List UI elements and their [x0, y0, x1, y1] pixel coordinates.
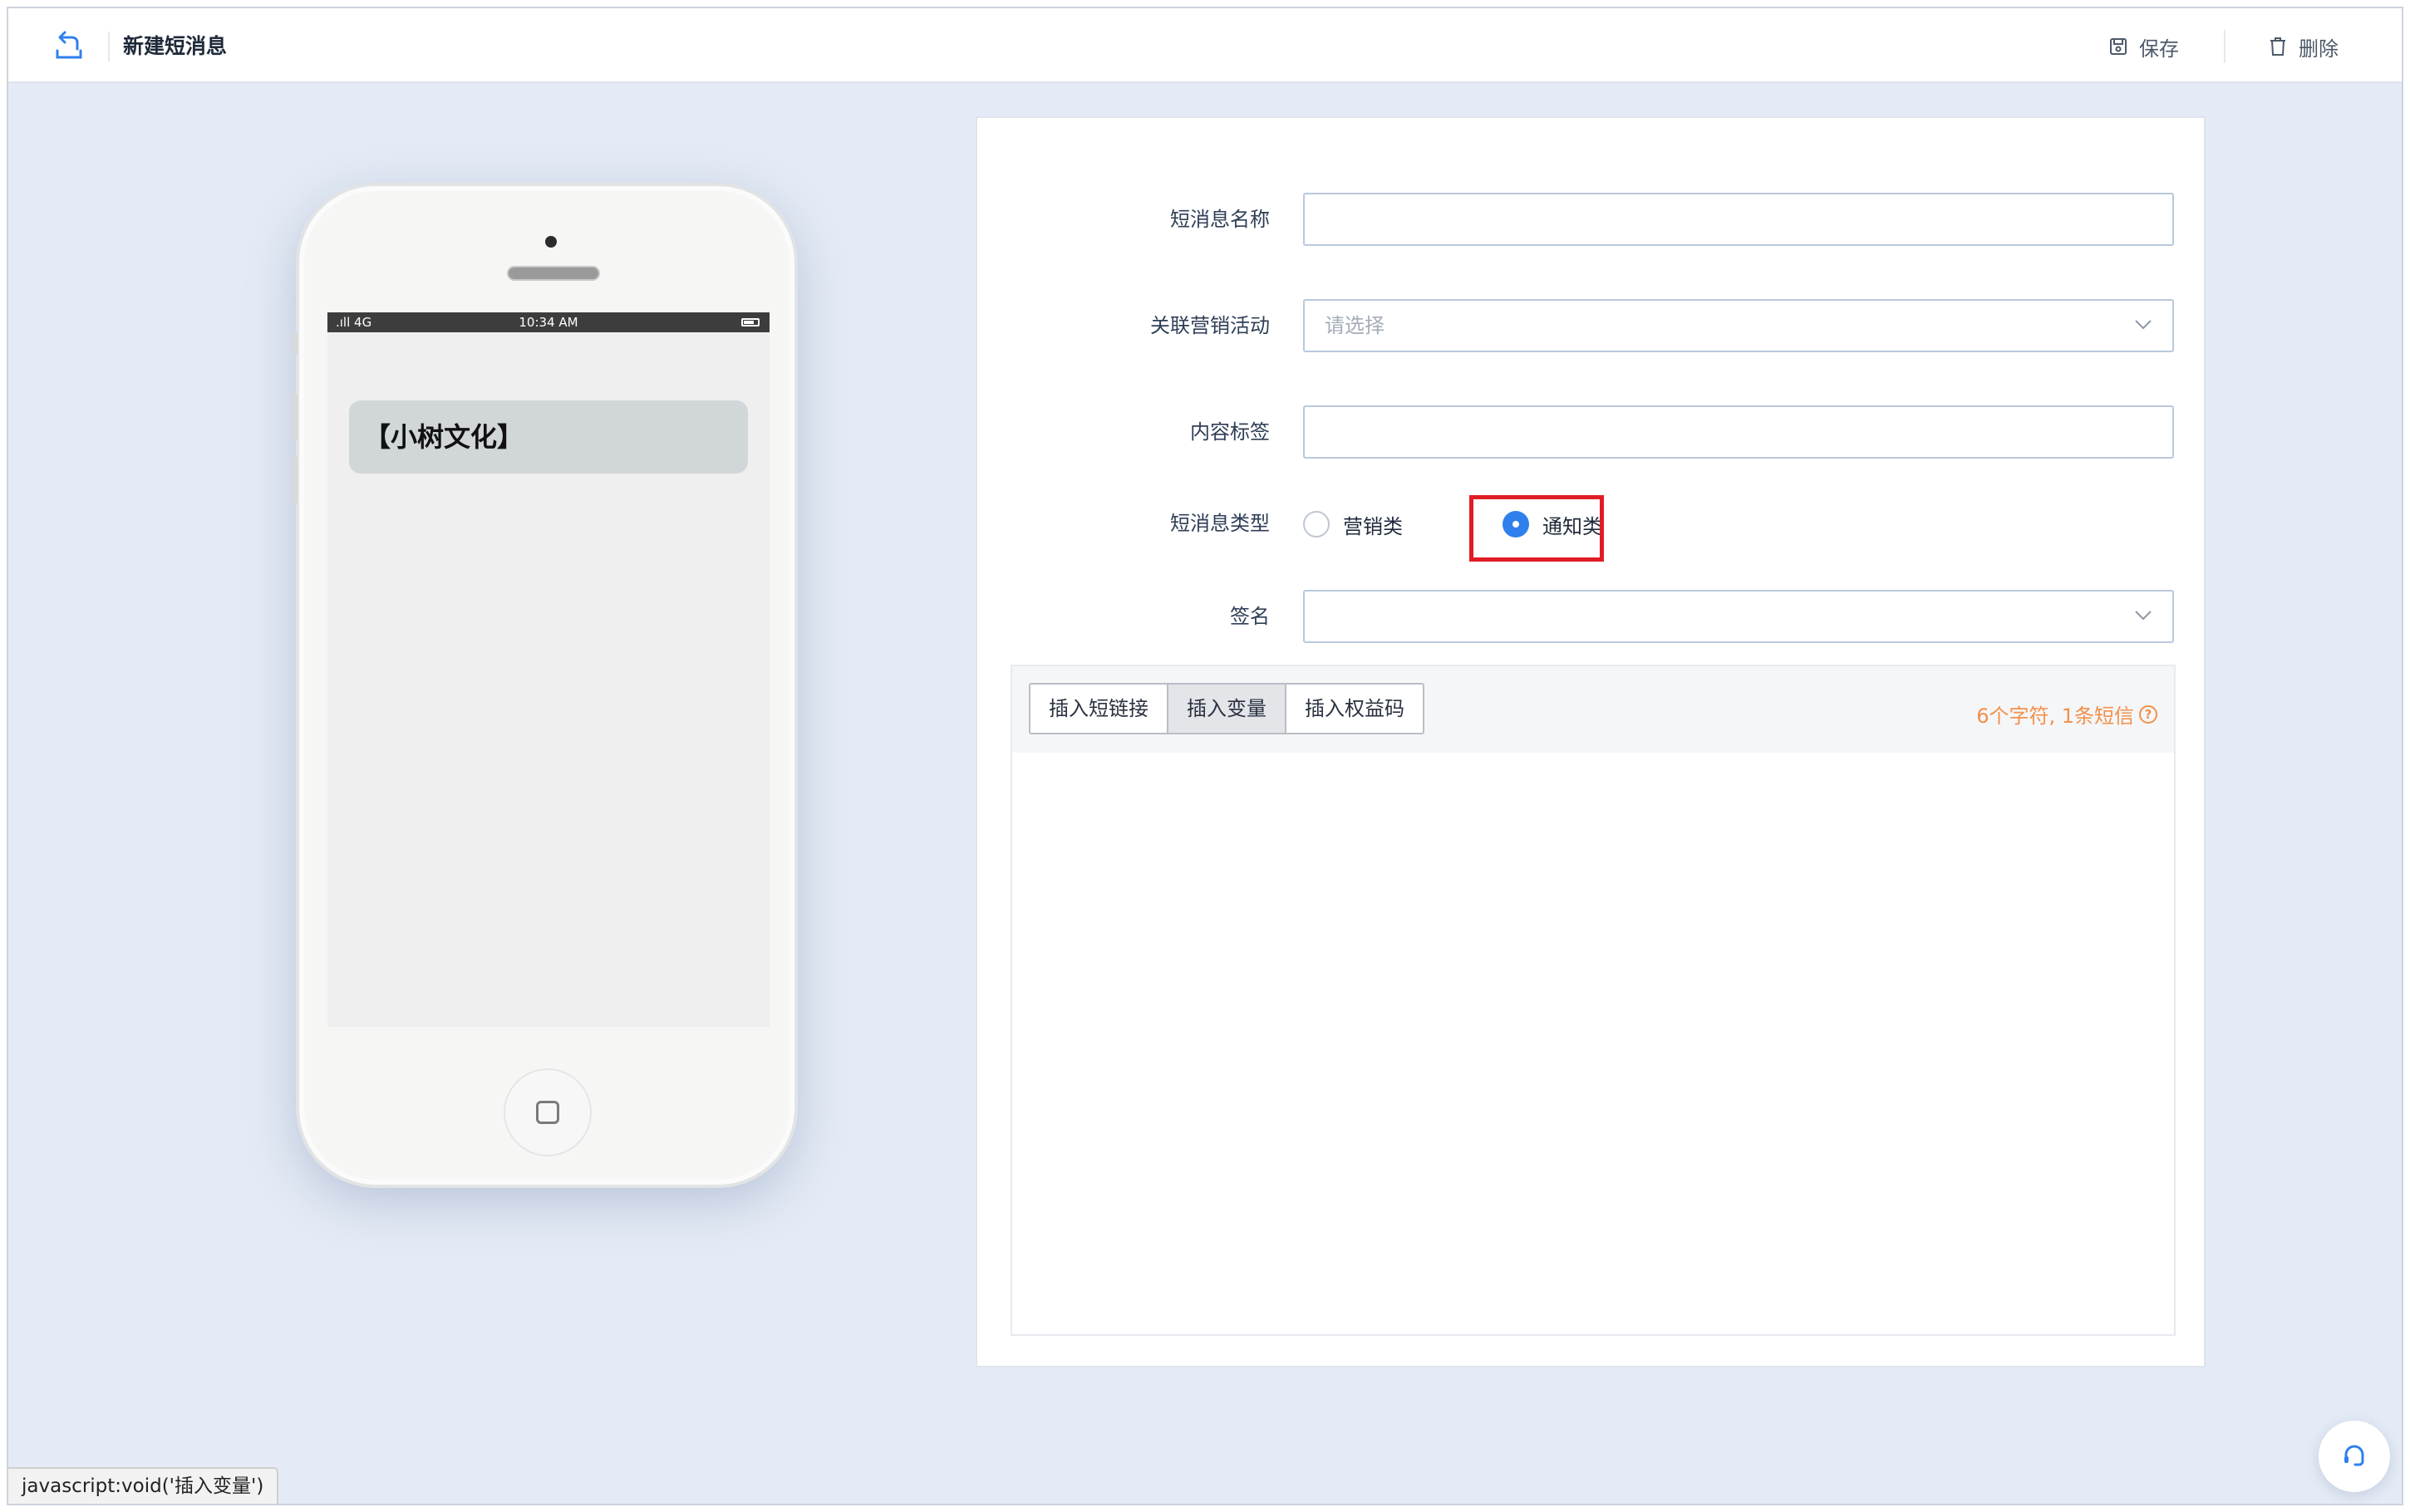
trash-icon	[2270, 37, 2285, 56]
name-label: 短消息名称	[1170, 208, 1270, 231]
sms-name-input[interactable]	[1303, 193, 2174, 246]
selection-highlight-box	[1469, 495, 1604, 562]
insert-benefit-code-button[interactable]: 插入权益码	[1286, 685, 1423, 733]
action-divider	[2224, 30, 2226, 63]
insert-short-link-button[interactable]: 插入短链接	[1030, 685, 1168, 733]
headset-icon	[2344, 1445, 2364, 1466]
home-square-icon	[536, 1101, 559, 1124]
campaign-select[interactable]: 请选择	[1303, 299, 2174, 352]
editor-toolbar: 插入短链接 插入变量 插入权益码 6个字符, 1条短信 ?	[1012, 666, 2174, 753]
phone-mute-switch	[291, 332, 298, 354]
campaign-placeholder: 请选择	[1325, 314, 1385, 337]
app-window: 新建短消息 保存 删除 .ıll 4G 10:34 AM 【小树文化】 短消息名…	[7, 7, 2403, 1505]
header-divider	[108, 32, 110, 61]
char-count: 6个字符, 1条短信 ?	[1976, 700, 2157, 729]
radio-marketing-label: 营销类	[1343, 514, 1403, 538]
campaign-label: 关联营销活动	[1150, 314, 1270, 337]
phone-volume-up	[291, 394, 298, 440]
chevron-down-icon	[2135, 320, 2152, 330]
link-status-bar: javascript:void('插入变量')	[8, 1467, 279, 1504]
save-label: 保存	[2139, 37, 2179, 61]
char-count-text: 6个字符, 1条短信	[1976, 704, 2134, 728]
save-button[interactable]: 保存	[2109, 32, 2179, 61]
back-arrow-icon	[56, 31, 82, 59]
type-label: 短消息类型	[1170, 512, 1270, 535]
phone-preview: .ıll 4G 10:34 AM 【小树文化】	[291, 183, 798, 1188]
phone-speaker	[507, 266, 600, 281]
page-title: 新建短消息	[123, 34, 228, 58]
insert-button-group: 插入短链接 插入变量 插入权益码	[1029, 683, 1424, 734]
sms-content-editor: 插入短链接 插入变量 插入权益码 6个字符, 1条短信 ?	[1011, 665, 2176, 1336]
radio-circle-icon	[1303, 511, 1330, 538]
sms-preview-bubble: 【小树文化】	[349, 400, 748, 474]
phone-home-button	[504, 1068, 592, 1156]
signature-label: 签名	[1230, 605, 1270, 628]
content-tag-input[interactable]	[1303, 405, 2174, 459]
sms-form-card: 短消息名称 关联营销活动 请选择 内容标签 短消息类型 营销类 通知类 签名 插…	[976, 116, 2206, 1367]
back-button[interactable]	[50, 27, 88, 65]
phone-camera	[545, 236, 557, 248]
sms-type-radio-group: 营销类 通知类	[1303, 503, 2134, 545]
delete-label: 删除	[2299, 37, 2339, 61]
signature-select[interactable]	[1303, 590, 2174, 643]
radio-marketing[interactable]: 营销类	[1303, 503, 1403, 545]
top-bar: 新建短消息 保存 删除	[8, 8, 2402, 83]
customer-support-button[interactable]	[2319, 1421, 2390, 1492]
help-icon[interactable]: ?	[2139, 704, 2157, 724]
status-time: 10:34 AM	[519, 315, 578, 330]
phone-screen: .ıll 4G 10:34 AM 【小树文化】	[327, 312, 770, 1027]
battery-icon	[741, 318, 760, 326]
sms-content-textarea[interactable]	[1012, 753, 2174, 1334]
tag-label: 内容标签	[1190, 420, 1270, 444]
delete-button[interactable]: 删除	[2269, 32, 2339, 61]
insert-variable-button[interactable]: 插入变量	[1168, 685, 1286, 733]
phone-status-bar: .ıll 4G 10:34 AM	[327, 312, 770, 332]
chevron-down-icon	[2135, 611, 2152, 621]
phone-volume-down	[291, 457, 298, 503]
save-icon	[2110, 38, 2127, 55]
